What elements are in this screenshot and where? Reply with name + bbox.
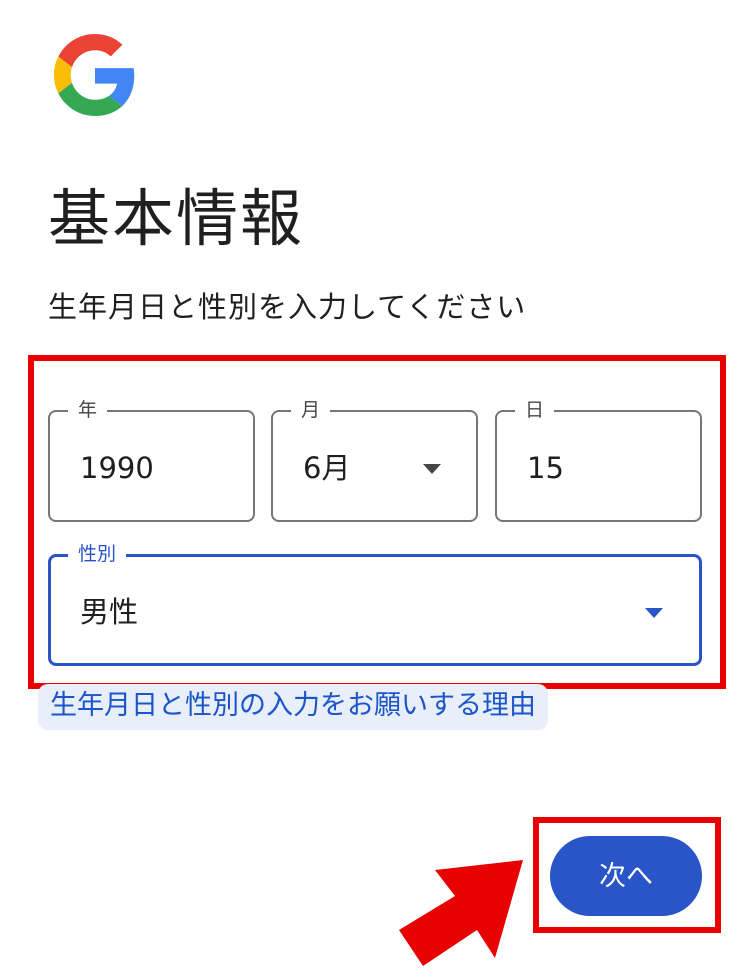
red-arrow-icon (399, 860, 523, 966)
gender-select-label: 性別 (68, 541, 127, 567)
year-field[interactable]: 年 1990 (48, 397, 255, 522)
page-title: 基本情報 (48, 182, 305, 255)
month-select-label: 月 (291, 397, 331, 423)
gender-select-value: 男性 (80, 595, 139, 629)
day-field[interactable]: 日 15 (495, 397, 702, 522)
gender-select[interactable]: 性別 男性 (48, 541, 702, 666)
day-field-label: 日 (515, 397, 555, 423)
year-field-value[interactable]: 1990 (80, 448, 154, 488)
chevron-down-icon[interactable] (645, 608, 663, 618)
day-field-value[interactable]: 15 (527, 448, 564, 488)
month-select-value: 6月 (303, 451, 351, 485)
reason-link[interactable]: 生年月日と性別の入力をお願いする理由 (38, 684, 548, 730)
google-logo-icon (54, 34, 135, 116)
year-field-label: 年 (68, 397, 108, 423)
next-button[interactable]: 次へ (550, 836, 702, 916)
chevron-down-icon[interactable] (423, 464, 441, 474)
month-select[interactable]: 月 6月 (271, 397, 478, 522)
page-subtitle: 生年月日と性別を入力してください (48, 290, 527, 324)
